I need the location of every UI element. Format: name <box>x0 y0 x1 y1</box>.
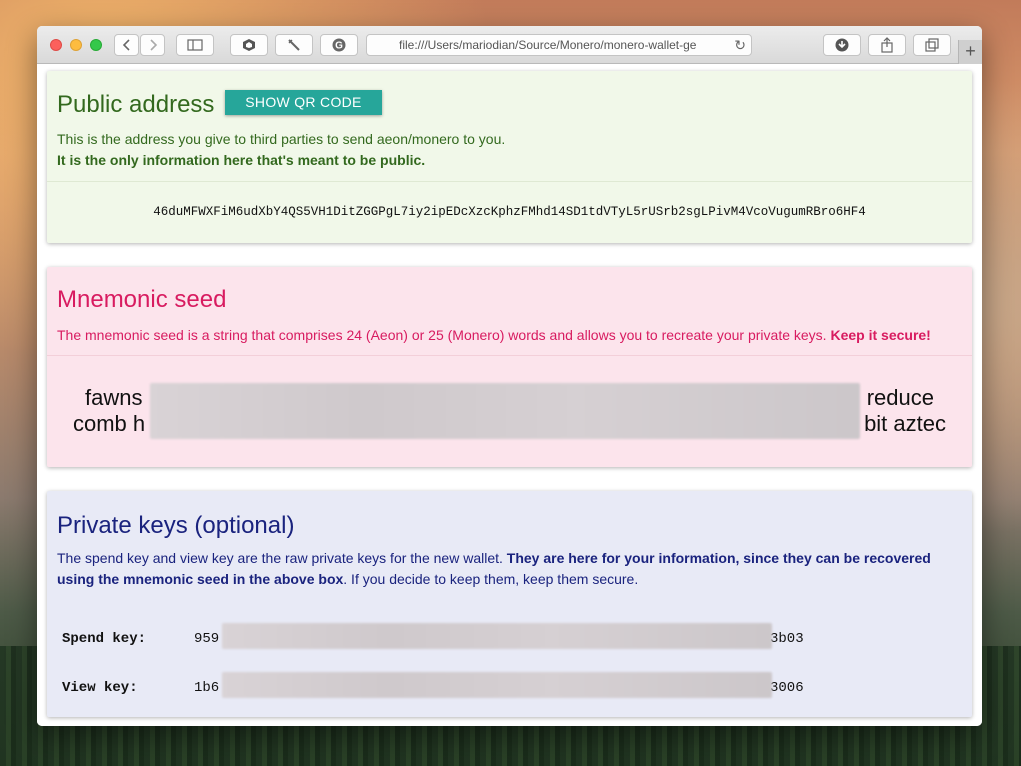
g-logo-icon: G <box>332 38 346 52</box>
private-keys-card: Private keys (optional) The spend key an… <box>47 491 972 717</box>
public-address-value: 46duMFWXFiM6udXbY4QS5VH1DitZGGPgL7iy2ipE… <box>153 205 866 219</box>
view-key-label: View key: <box>62 680 138 696</box>
back-button[interactable] <box>114 34 139 56</box>
divider <box>47 355 972 356</box>
browser-window: G file:///Users/mariodian/Source/Monero/… <box>37 26 982 726</box>
forward-button[interactable] <box>140 34 165 56</box>
show-qr-code-button[interactable]: SHOW QR CODE <box>225 90 382 115</box>
view-key-redaction-blur <box>222 672 772 698</box>
extension-button[interactable] <box>230 34 268 56</box>
new-tab-button[interactable]: + <box>958 40 982 64</box>
private-keys-description: The spend key and view key are the raw p… <box>57 548 957 590</box>
reload-icon[interactable]: ↻ <box>734 37 746 54</box>
zoom-window-button[interactable] <box>90 39 102 51</box>
address-bar[interactable]: file:///Users/mariodian/Source/Monero/mo… <box>366 34 752 56</box>
tools-button[interactable] <box>275 34 313 56</box>
sidebar-button[interactable] <box>176 34 214 56</box>
url-text: file:///Users/mariodian/Source/Monero/mo… <box>399 38 697 52</box>
seed-word-line1-end: reduce <box>866 385 934 410</box>
share-button[interactable] <box>868 34 906 56</box>
public-address-note: It is the only information here that's m… <box>57 152 426 168</box>
mnemonic-seed-title: Mnemonic seed <box>57 286 227 313</box>
public-address-title: Public address <box>57 91 215 118</box>
view-key-end: 3006 <box>770 680 804 696</box>
hexagon-extension-icon <box>243 39 255 51</box>
spend-key-label: Spend key: <box>62 631 147 647</box>
seed-redaction-blur <box>150 383 860 439</box>
divider <box>47 181 972 182</box>
page-content: Public address SHOW QR CODE This is the … <box>37 64 982 726</box>
public-address-description: This is the address you give to third pa… <box>57 131 506 147</box>
seed-line2-end: bit aztec <box>864 411 946 436</box>
public-address-card: Public address SHOW QR CODE This is the … <box>47 71 972 243</box>
close-window-button[interactable] <box>50 39 62 51</box>
mnemonic-seed-card: Mnemonic seed The mnemonic seed is a str… <box>47 267 972 467</box>
tabs-icon <box>925 38 939 52</box>
mnemonic-seed-description: The mnemonic seed is a string that compr… <box>57 325 931 346</box>
private-keys-title: Private keys (optional) <box>57 512 295 539</box>
grammarly-button[interactable]: G <box>320 34 358 56</box>
download-icon <box>835 38 849 52</box>
browser-toolbar: G file:///Users/mariodian/Source/Monero/… <box>37 26 982 64</box>
svg-text:G: G <box>335 41 343 52</box>
mnemonic-desc-text: The mnemonic seed is a string that compr… <box>57 327 827 343</box>
minimize-window-button[interactable] <box>70 39 82 51</box>
seed-line2-start: comb h <box>73 411 146 436</box>
private-keys-desc-1: The spend key and view key are the raw p… <box>57 550 503 566</box>
seed-word-first: fawns <box>85 385 143 410</box>
share-icon <box>881 37 893 53</box>
spend-key-start: 959 <box>194 631 220 647</box>
spend-key-redaction-blur <box>222 623 772 649</box>
view-key-start: 1b6 <box>194 680 220 696</box>
spend-key-end: 3b03 <box>770 631 804 647</box>
mnemonic-desc-warning: Keep it secure! <box>830 327 931 343</box>
sidebar-icon <box>187 39 203 51</box>
private-keys-desc-2: . If you decide to keep them, keep them … <box>343 571 639 587</box>
downloads-button[interactable] <box>823 34 861 56</box>
chevron-left-icon <box>122 39 130 51</box>
chevron-right-icon <box>149 39 157 51</box>
wrench-icon <box>288 39 300 51</box>
tabs-overview-button[interactable] <box>913 34 951 56</box>
